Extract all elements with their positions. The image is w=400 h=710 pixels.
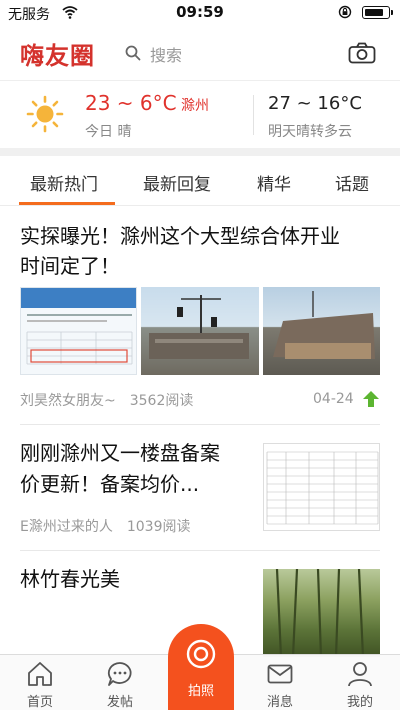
today-temperature: 23 ~ 6°C: [85, 91, 177, 115]
tab-profile[interactable]: 我的: [330, 655, 390, 710]
tab-messages[interactable]: 消息: [250, 655, 310, 710]
home-icon: [28, 662, 52, 686]
feed-tabs: 最新热门 最新回复 精华 话题: [0, 156, 400, 206]
sunny-icon: [26, 95, 64, 133]
post-meta: E滁州过来的人 1039阅读: [20, 516, 191, 536]
tab-featured[interactable]: 精华: [257, 170, 291, 195]
tab-latest-reply[interactable]: 最新回复: [143, 170, 211, 195]
weather-card[interactable]: 23 ~ 6°C 滁州 今日 晴 27 ~ 16°C 明天晴转多云: [0, 80, 400, 148]
photo-shutter-icon: [186, 639, 216, 669]
construction-thumbnail: [149, 295, 249, 359]
tomorrow-temperature: 27 ~ 16°C: [268, 93, 362, 114]
post-image-building[interactable]: [263, 287, 380, 375]
tab-profile-label: 我的: [346, 695, 373, 710]
app-header: 嗨友圈 搜索: [0, 26, 400, 80]
post-image-table[interactable]: [263, 443, 380, 531]
chat-bubble-icon: [107, 662, 132, 686]
post-views: 3562阅读: [129, 393, 194, 409]
post-views: 1039阅读: [126, 519, 191, 535]
document-thumbnail: [21, 288, 136, 365]
app-logo: 嗨友圈: [20, 42, 95, 70]
section-separator: [0, 148, 400, 156]
user-icon: [348, 662, 372, 687]
weather-divider: [253, 95, 254, 135]
post-image-document[interactable]: [20, 287, 137, 375]
post-image-bamboo[interactable]: [263, 569, 380, 657]
camera-icon[interactable]: [348, 42, 376, 64]
post-image-construction[interactable]: [141, 287, 259, 375]
tomorrow-weather-desc: 明天晴转多云: [268, 124, 352, 140]
post-divider: [20, 424, 380, 425]
post-title[interactable]: 林竹春光美: [20, 564, 120, 594]
post-author[interactable]: 刘昊然女朋友~: [20, 393, 116, 409]
post-title[interactable]: 刚刚滁州又一楼盘备案: [20, 438, 220, 468]
tab-latest-hot[interactable]: 最新热门: [30, 170, 98, 195]
post-divider: [20, 550, 380, 551]
post-author[interactable]: E滁州过来的人: [20, 519, 113, 535]
search-input[interactable]: 搜索: [150, 42, 182, 66]
trending-up-icon: [363, 391, 379, 407]
tab-home-label: 首页: [26, 695, 53, 710]
tab-messages-label: 消息: [266, 695, 293, 710]
weather-city: 滁州: [181, 98, 209, 114]
rotation-lock-icon: [338, 5, 352, 19]
tab-post[interactable]: 发帖: [90, 655, 150, 710]
take-photo-button[interactable]: 拍照: [168, 624, 234, 710]
today-weather-desc: 今日 晴: [85, 124, 132, 140]
post-title-line2[interactable]: 时间定了！: [20, 251, 120, 281]
table-thumbnail: [266, 451, 379, 525]
take-photo-label: 拍照: [187, 684, 214, 699]
search-icon[interactable]: [125, 45, 141, 61]
battery-icon: [362, 6, 393, 19]
bamboo-thumbnail: [275, 569, 365, 657]
status-bar: 无服务 09:59: [0, 0, 400, 26]
post-date: 04-24: [313, 391, 354, 407]
tab-topics[interactable]: 话题: [335, 170, 369, 195]
mail-icon: [267, 664, 293, 684]
tab-post-label: 发帖: [106, 695, 133, 710]
post-title[interactable]: 实探曝光！滁州这个大型综合体开业: [20, 221, 340, 251]
building-thumbnail: [273, 291, 375, 359]
active-tab-indicator: [19, 202, 115, 205]
post-meta: 刘昊然女朋友~ 3562阅读: [20, 390, 193, 410]
tab-home[interactable]: 首页: [10, 655, 70, 710]
post-title-line2[interactable]: 价更新！备案均价...: [20, 469, 199, 499]
